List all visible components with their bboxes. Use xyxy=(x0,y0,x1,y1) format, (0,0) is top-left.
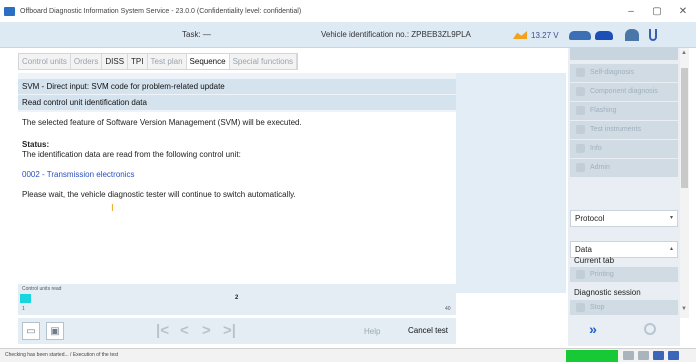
status-icons xyxy=(623,351,679,360)
vehicle-icon[interactable] xyxy=(653,351,664,360)
vin-label: Vehicle identification no.: ZPBEB3ZL9PLA xyxy=(321,30,471,39)
network-icon[interactable] xyxy=(623,351,634,360)
navigation-bar: ▭ ▣ |< < > >| Help Cancel test xyxy=(18,318,456,344)
current-tab-label: Current tab xyxy=(574,256,615,265)
side-panel xyxy=(456,73,566,293)
self-diagnosis-icon xyxy=(576,68,585,77)
test-instruments-icon xyxy=(576,125,585,134)
admin-icon xyxy=(576,163,585,172)
protocol-dropdown[interactable]: Protocol ▾ xyxy=(570,210,678,227)
progress-count: 2 xyxy=(235,295,239,301)
progress-area: Control units read 2 1 40 xyxy=(18,284,456,315)
sidebar-top-tab xyxy=(570,48,678,60)
step-heading: Read control unit identification data xyxy=(18,95,456,110)
chevron-down-icon: ▾ xyxy=(669,215,673,221)
printer-icon xyxy=(576,270,585,279)
test-heading: SVM - Direct input: SVM code for problem… xyxy=(18,79,456,94)
tab-orders[interactable]: Orders xyxy=(71,54,103,69)
mode-info[interactable]: Info xyxy=(570,140,678,158)
info-icon xyxy=(576,144,585,153)
control-unit-text: 0002 - Transmission electronics xyxy=(22,170,135,179)
record-icon[interactable] xyxy=(644,323,656,335)
tab-test-plan[interactable]: Test plan xyxy=(148,54,187,69)
status-text: The identification data are read from th… xyxy=(22,150,241,159)
help-button[interactable]: Help xyxy=(364,327,380,336)
forward-button[interactable]: » xyxy=(572,318,614,340)
monitor-icon[interactable] xyxy=(668,351,679,360)
refresh-icon[interactable] xyxy=(638,351,649,360)
last-step-button[interactable]: >| xyxy=(223,322,236,339)
scroll-down-icon[interactable]: ▼ xyxy=(681,306,687,312)
first-step-button[interactable]: |< xyxy=(156,322,169,339)
cancel-test-button[interactable]: Cancel test xyxy=(405,324,451,338)
mode-self-diagnosis[interactable]: Self-diagnosis xyxy=(570,64,678,82)
progress-min: 1 xyxy=(22,306,25,312)
flashing-icon xyxy=(576,106,585,115)
scrollbar-thumb[interactable] xyxy=(681,68,688,188)
mode-component-diagnosis[interactable]: Component diagnosis xyxy=(570,83,678,101)
mode-admin[interactable]: Admin xyxy=(570,159,678,177)
vehicle-connection-icon[interactable] xyxy=(568,30,591,40)
document-icon[interactable]: ▭ xyxy=(22,322,40,340)
signal-icon xyxy=(513,31,527,39)
next-step-button[interactable]: > xyxy=(202,322,211,339)
right-sidebar: Self-diagnosis Component diagnosis Flash… xyxy=(568,48,680,346)
maximize-button[interactable]: ▢ xyxy=(644,0,670,22)
tab-control-units[interactable]: Control units xyxy=(19,54,71,69)
stop-icon xyxy=(576,303,585,312)
progress-bar xyxy=(20,294,31,303)
status-message: Checking has been started... / Execution… xyxy=(5,352,119,358)
status-label: Status: xyxy=(22,140,50,149)
status-indicators: 13.27 V xyxy=(513,26,657,44)
progress-max: 40 xyxy=(445,306,451,312)
plug-icon[interactable] xyxy=(648,29,657,41)
user-icon[interactable] xyxy=(624,29,639,41)
diagnostic-session-label: Diagnostic session xyxy=(574,288,641,297)
printing-button[interactable]: Printing xyxy=(570,267,678,282)
mode-test-instruments[interactable]: Test instruments xyxy=(570,121,678,139)
sidebar-scrollbar[interactable]: ▲ ▼ xyxy=(680,48,689,318)
progress-label: Control units read xyxy=(22,286,62,292)
tab-sequence[interactable]: Sequence xyxy=(186,54,230,69)
mode-flashing[interactable]: Flashing xyxy=(570,102,678,120)
window-controls: – ▢ ✕ xyxy=(618,0,696,22)
test-content: The selected feature of Software Version… xyxy=(18,112,456,284)
text-cursor-icon: I xyxy=(111,203,114,214)
vci-icon[interactable] xyxy=(594,30,613,40)
scroll-up-icon[interactable]: ▲ xyxy=(681,50,687,56)
window-title-bar: Offboard Diagnostic Information System S… xyxy=(0,0,696,22)
battery-voltage: 13.27 V xyxy=(531,30,559,40)
task-label: Task: — xyxy=(182,30,211,39)
document-search-icon[interactable]: ▣ xyxy=(46,322,64,340)
intro-text: The selected feature of Software Version… xyxy=(22,118,302,127)
stop-button[interactable]: Stop xyxy=(570,300,678,315)
chevron-up-icon: ▴ xyxy=(669,246,673,252)
status-bar: Checking has been started... / Execution… xyxy=(0,348,696,362)
wait-text: Please wait, the vehicle diagnostic test… xyxy=(22,190,296,199)
previous-step-button[interactable]: < xyxy=(180,322,189,339)
tab-tpi[interactable]: TPI xyxy=(128,54,148,69)
window-title: Offboard Diagnostic Information System S… xyxy=(20,7,302,15)
close-button[interactable]: ✕ xyxy=(670,0,696,22)
tab-special-functions[interactable]: Special functions xyxy=(230,54,298,69)
minimize-button[interactable]: – xyxy=(618,0,644,22)
tab-diss[interactable]: DISS xyxy=(102,54,129,69)
component-diagnosis-icon xyxy=(576,87,585,96)
task-toolbar: Task: — Vehicle identification no.: ZPBE… xyxy=(0,22,696,48)
connection-status-indicator xyxy=(566,350,618,362)
app-logo-icon xyxy=(4,6,15,16)
main-tabs: Control units Orders DISS TPI Test plan … xyxy=(18,53,299,70)
